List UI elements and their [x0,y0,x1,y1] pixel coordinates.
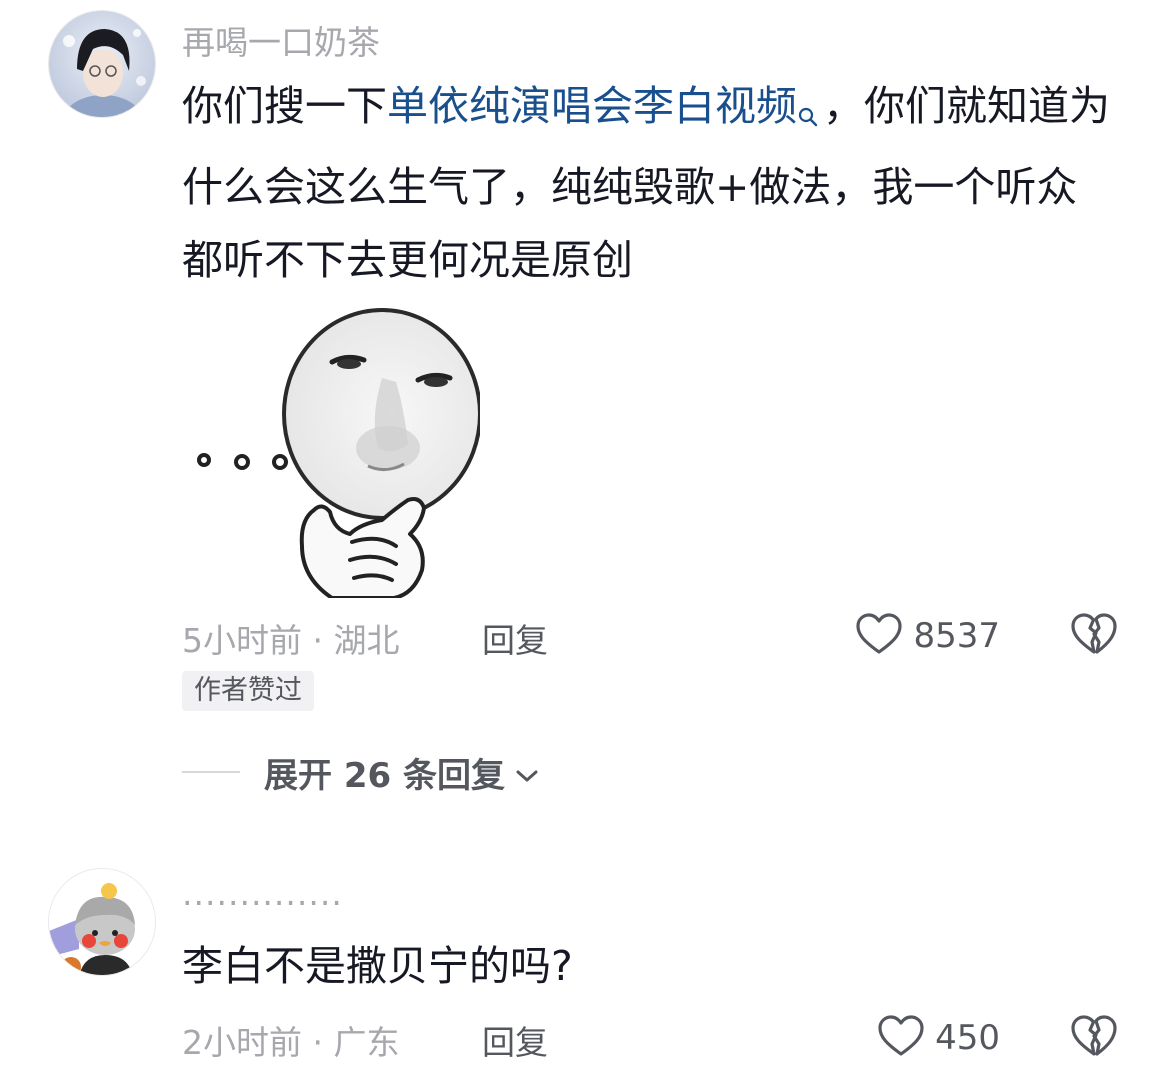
search-icon[interactable] [797,78,819,151]
broken-heart-icon [1070,1015,1118,1062]
comment-meta: 2小时前 · 广东 [182,1023,400,1062]
reply-button[interactable]: 回复 [482,614,548,662]
avatar-image [49,11,155,117]
avatar[interactable] [48,10,156,118]
like-count: 8537 [913,616,1000,656]
avatar-image [49,869,155,975]
dislike-button[interactable] [1070,1014,1118,1062]
heart-icon [877,1014,925,1062]
dislike-button[interactable] [1070,612,1118,660]
comment-meta: 5小时前 · 湖北 [182,621,400,660]
chevron-down-icon [505,753,539,793]
comment-username[interactable]: .............. [182,874,343,913]
comment-text: 你们搜一下单依纯演唱会李白视频 ，你们就知道为什么会这么生气了，纯纯毁歌+做法，我… [182,70,1112,297]
expand-replies-button[interactable]: 展开 26 条回复 [264,748,539,797]
expand-replies-label: 展开 26 条回复 [264,756,505,796]
like-button[interactable]: 450 [877,1014,1000,1062]
reply-button[interactable]: 回复 [482,1016,548,1064]
divider [182,771,240,773]
comment-text: 李白不是撒贝宁的吗? [182,942,573,990]
avatar[interactable] [48,868,156,976]
comment-item: 再喝一口奶茶 你们搜一下单依纯演唱会李白视频 ，你们就知道为什么会这么生气了，纯纯… [0,0,1170,820]
broken-heart-icon [1070,613,1118,660]
heart-icon [855,612,903,660]
sticker-image[interactable] [182,298,482,600]
comment-text-part: 你们搜一下 [182,82,387,130]
thinking-face-sticker [182,298,482,600]
comment-username[interactable]: 再喝一口奶茶 [182,16,380,64]
comment-item: .............. 李白不是撒贝宁的吗? 2小时前 · 广东 回复 4… [0,860,1170,1077]
author-liked-badge: 作者赞过 [182,671,314,711]
like-count: 450 [935,1018,1000,1058]
search-link[interactable]: 单依纯演唱会李白视频 [387,82,797,130]
like-button[interactable]: 8537 [855,612,1000,660]
